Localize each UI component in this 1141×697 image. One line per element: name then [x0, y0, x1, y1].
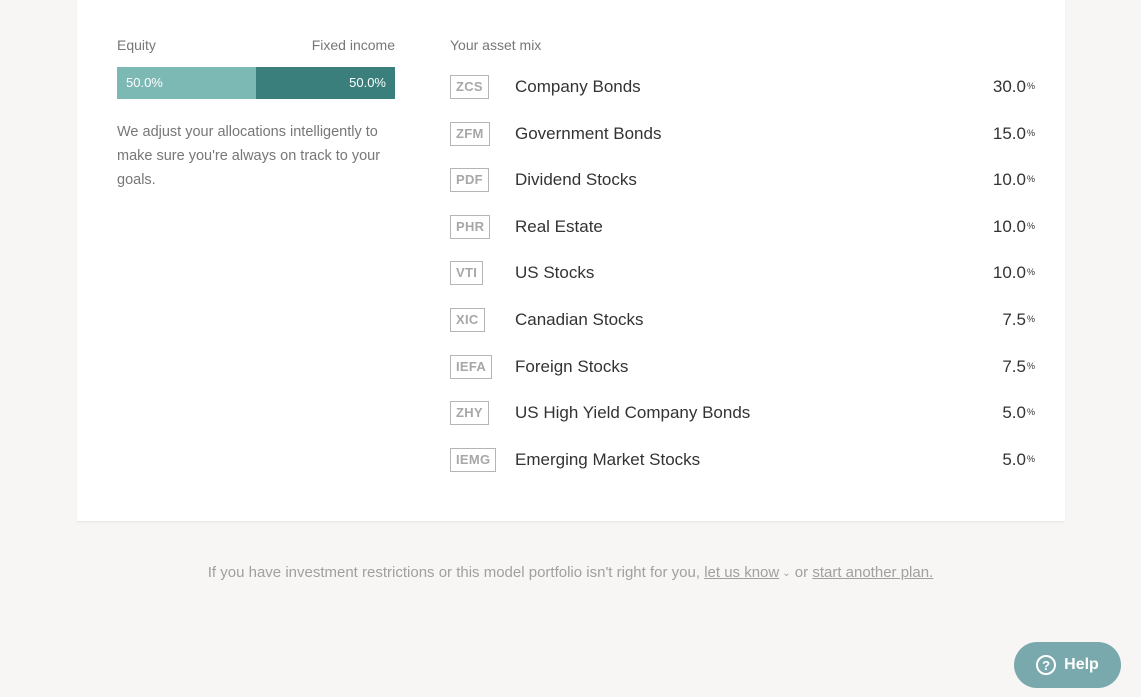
percent-symbol: % [1026, 174, 1035, 184]
asset-name: Government Bonds [515, 124, 662, 143]
equity-segment: 50.0% [117, 67, 256, 99]
let-us-know-link[interactable]: let us know ⌄ [704, 564, 790, 581]
asset-percent-value: 5.0 [1002, 403, 1026, 422]
asset-percent-value: 15.0 [992, 124, 1026, 143]
asset-row: VTI US Stocks 10.0% [450, 261, 1035, 285]
asset-mix-title: Your asset mix [450, 37, 542, 53]
asset-name: US High Yield Company Bonds [515, 403, 751, 422]
percent-symbol: % [1026, 81, 1035, 91]
fixed-income-segment: 50.0% [256, 67, 395, 99]
percent-symbol: % [1026, 407, 1035, 417]
fixed-income-label: Fixed income [311, 37, 395, 53]
percent-symbol: % [1026, 267, 1035, 277]
footer-text-before: If you have investment restrictions or t… [207, 564, 705, 581]
percent-symbol: % [1026, 221, 1035, 231]
asset-percent-value: 10.0 [992, 217, 1026, 236]
asset-name: Emerging Market Stocks [515, 450, 701, 469]
portfolio-card: Equity Fixed income 50.0% 50.0% We adjus… [77, 0, 1065, 522]
ticker-badge: ZCS [450, 75, 489, 99]
percent-symbol: % [1026, 128, 1035, 138]
ticker-badge: ZHY [450, 401, 489, 425]
question-circle-icon: ? [1036, 655, 1057, 675]
asset-percent-value: 7.5 [1002, 357, 1026, 376]
help-label: Help [1064, 656, 1099, 673]
asset-row: IEFA Foreign Stocks 7.5% [450, 355, 1035, 379]
ticker-badge: IEFA [450, 355, 493, 379]
asset-percent: 5.0% [1002, 448, 1035, 472]
asset-row: PDF Dividend Stocks 10.0% [450, 168, 1035, 192]
ticker-badge: PDF [450, 168, 489, 192]
asset-percent-value: 10.0 [992, 263, 1026, 282]
asset-row: ZFM Government Bonds 15.0% [450, 122, 1035, 146]
asset-percent: 7.5% [1002, 355, 1035, 379]
asset-percent: 10.0% [993, 215, 1035, 239]
asset-percent: 30.0% [993, 75, 1035, 99]
allocation-description: We adjust your allocations intelligently… [117, 124, 381, 188]
ticker-badge: VTI [450, 261, 484, 285]
asset-row: XIC Canadian Stocks 7.5% [450, 308, 1035, 332]
start-another-plan-link[interactable]: start another plan. [812, 564, 933, 581]
asset-percent-value: 30.0 [992, 77, 1026, 96]
ticker-badge: XIC [450, 308, 485, 332]
ticker-badge: PHR [450, 215, 491, 239]
footer-text-middle: or [790, 564, 813, 581]
chevron-down-icon: ⌄ [782, 568, 791, 579]
asset-row: PHR Real Estate 10.0% [450, 215, 1035, 239]
asset-row: ZHY US High Yield Company Bonds 5.0% [450, 401, 1035, 425]
asset-name: US Stocks [515, 263, 595, 282]
asset-name: Real Estate [515, 217, 603, 236]
asset-name: Company Bonds [515, 77, 641, 96]
ticker-badge: IEMG [450, 448, 497, 472]
asset-percent-value: 5.0 [1002, 450, 1026, 469]
percent-symbol: % [1026, 361, 1035, 371]
equity-label: Equity [117, 37, 156, 53]
asset-percent-value: 10.0 [992, 170, 1026, 189]
allocation-bar: 50.0% 50.0% [117, 67, 395, 99]
asset-row: ZCS Company Bonds 30.0% [450, 75, 1035, 99]
asset-percent: 10.0% [993, 168, 1035, 192]
percent-symbol: % [1026, 314, 1035, 324]
help-button[interactable]: ? Help [1014, 642, 1121, 688]
allocation-labels: Equity Fixed income [117, 37, 395, 57]
asset-percent: 15.0% [993, 122, 1035, 146]
asset-percent-value: 7.5 [1002, 310, 1026, 329]
asset-percent: 7.5% [1002, 308, 1035, 332]
asset-percent: 5.0% [1002, 401, 1035, 425]
asset-percent: 10.0% [993, 261, 1035, 285]
let-us-know-label: let us know [704, 564, 780, 581]
asset-name: Foreign Stocks [515, 357, 629, 376]
ticker-badge: ZFM [450, 122, 490, 146]
asset-name: Dividend Stocks [515, 170, 637, 189]
percent-symbol: % [1026, 454, 1035, 464]
footer-note: If you have investment restrictions or t… [0, 564, 1141, 581]
asset-row: IEMG Emerging Market Stocks 5.0% [450, 448, 1035, 472]
asset-name: Canadian Stocks [515, 310, 644, 329]
